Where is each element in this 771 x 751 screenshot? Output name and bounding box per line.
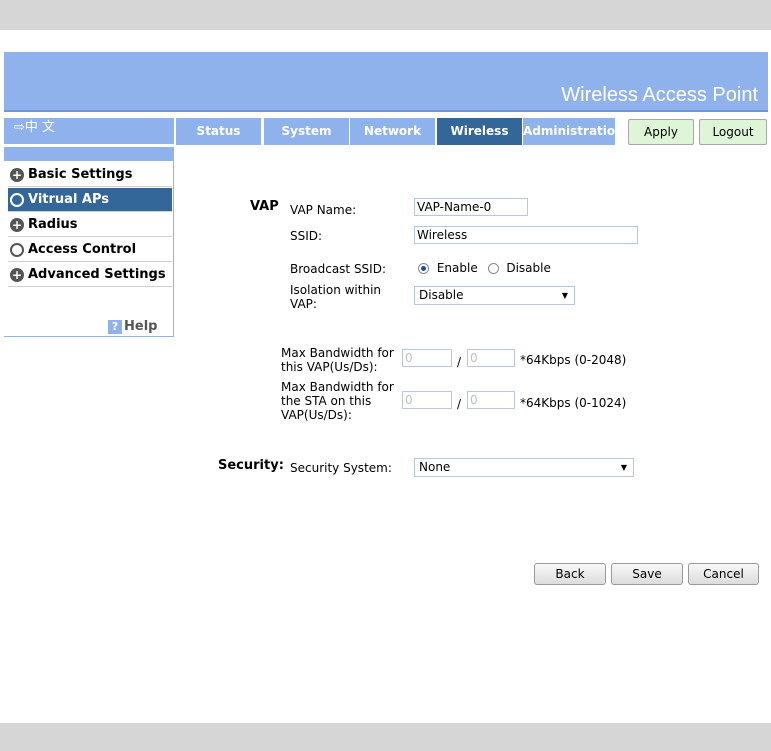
- isolation-label-line: Isolation within: [290, 283, 382, 297]
- bandwidth-label-line: Max Bandwidth for: [281, 380, 394, 394]
- broadcast-ssid-label: Broadcast SSID:: [290, 262, 386, 276]
- bandwidth-label-line: Max Bandwidth for: [281, 346, 394, 360]
- bandwidth-label-line: the STA on this: [281, 394, 372, 408]
- dropdown-arrow-icon: ▼: [561, 291, 568, 300]
- broadcast-disable-label: Disable: [506, 261, 551, 275]
- isolation-label: Isolation within VAP:: [290, 283, 381, 311]
- help-link[interactable]: ? Help: [108, 319, 157, 334]
- logout-button[interactable]: Logout: [699, 119, 767, 145]
- dropdown-arrow-icon: ▼: [620, 463, 627, 472]
- sidebar-item-label: Vitrual APs: [28, 192, 110, 207]
- bottom-gray-strip: [0, 723, 771, 751]
- sidebar-item-virtual-aps[interactable]: Vitrual APs: [8, 188, 172, 212]
- slash-separator: /: [457, 397, 462, 411]
- bandwidth-label-line: this VAP(Us/Ds):: [281, 360, 378, 374]
- top-gray-strip: [0, 0, 771, 30]
- tab-status[interactable]: Status: [176, 118, 261, 145]
- max-bandwidth-sta-label: Max Bandwidth for the STA on this VAP(Us…: [281, 380, 394, 422]
- isolation-selected-value: Disable: [419, 288, 464, 302]
- save-button[interactable]: Save: [611, 563, 683, 585]
- help-label: Help: [124, 319, 158, 334]
- vap-downstream-input[interactable]: 0: [467, 349, 515, 367]
- vap-section-title: VAP: [250, 199, 279, 214]
- plus-icon: +: [10, 167, 24, 182]
- header-banner: Wireless Access Point: [4, 52, 768, 112]
- sta-upstream-input[interactable]: 0: [402, 391, 452, 409]
- language-toggle[interactable]: ⇨中 文: [4, 118, 174, 144]
- sta-bandwidth-unit: *64Kbps (0-1024): [520, 396, 627, 410]
- sidebar-item-radius[interactable]: + Radius: [8, 213, 172, 237]
- vap-bandwidth-unit: *64Kbps (0-2048): [520, 353, 627, 367]
- back-button[interactable]: Back: [534, 563, 606, 585]
- circle-icon: [10, 242, 24, 257]
- isolation-label-line: VAP:: [290, 297, 317, 311]
- vap-name-input[interactable]: VAP-Name-0: [414, 198, 528, 216]
- sidebar-header: [4, 147, 174, 161]
- bandwidth-label-line: VAP(Us/Ds):: [281, 408, 352, 422]
- sidebar-item-label: Basic Settings: [28, 167, 133, 182]
- sidebar-item-advanced-settings[interactable]: + Advanced Settings: [8, 263, 172, 287]
- security-section-title: Security:: [218, 458, 284, 473]
- slash-separator: /: [457, 355, 462, 369]
- vap-name-label: VAP Name:: [290, 203, 357, 217]
- plus-icon: +: [10, 267, 24, 282]
- security-selected-value: None: [419, 460, 451, 474]
- banner-title: Wireless Access Point: [561, 84, 758, 106]
- broadcast-enable-radio[interactable]: [418, 263, 429, 274]
- sidebar-item-label: Radius: [28, 217, 78, 232]
- broadcast-ssid-options: Enable Disable: [418, 261, 551, 275]
- sidebar-item-access-control[interactable]: Access Control: [8, 238, 172, 262]
- tab-wireless[interactable]: Wireless: [437, 118, 522, 145]
- broadcast-disable-radio[interactable]: [487, 263, 499, 274]
- sidebar-item-basic-settings[interactable]: + Basic Settings: [8, 163, 172, 187]
- broadcast-enable-label: Enable: [436, 261, 478, 275]
- ssid-label: SSID:: [290, 229, 323, 243]
- vap-upstream-input[interactable]: 0: [402, 349, 452, 367]
- sidebar-item-label: Access Control: [28, 242, 137, 257]
- tab-administration[interactable]: Administration: [523, 118, 624, 145]
- sidebar-item-label: Advanced Settings: [28, 267, 166, 282]
- question-icon: ?: [108, 320, 122, 334]
- cancel-button[interactable]: Cancel: [688, 563, 759, 585]
- security-system-label: Security System:: [290, 461, 392, 475]
- circle-icon: [10, 192, 24, 207]
- plus-icon: +: [10, 217, 24, 232]
- tab-network[interactable]: Network: [350, 118, 435, 145]
- ssid-input[interactable]: Wireless: [414, 226, 638, 244]
- apply-button[interactable]: Apply: [628, 119, 694, 145]
- isolation-select[interactable]: Disable ▼: [414, 286, 575, 305]
- security-system-select[interactable]: None ▼: [414, 458, 634, 477]
- sta-downstream-input[interactable]: 0: [467, 391, 515, 409]
- tab-system[interactable]: System: [264, 118, 349, 145]
- max-bandwidth-vap-label: Max Bandwidth for this VAP(Us/Ds):: [281, 346, 394, 374]
